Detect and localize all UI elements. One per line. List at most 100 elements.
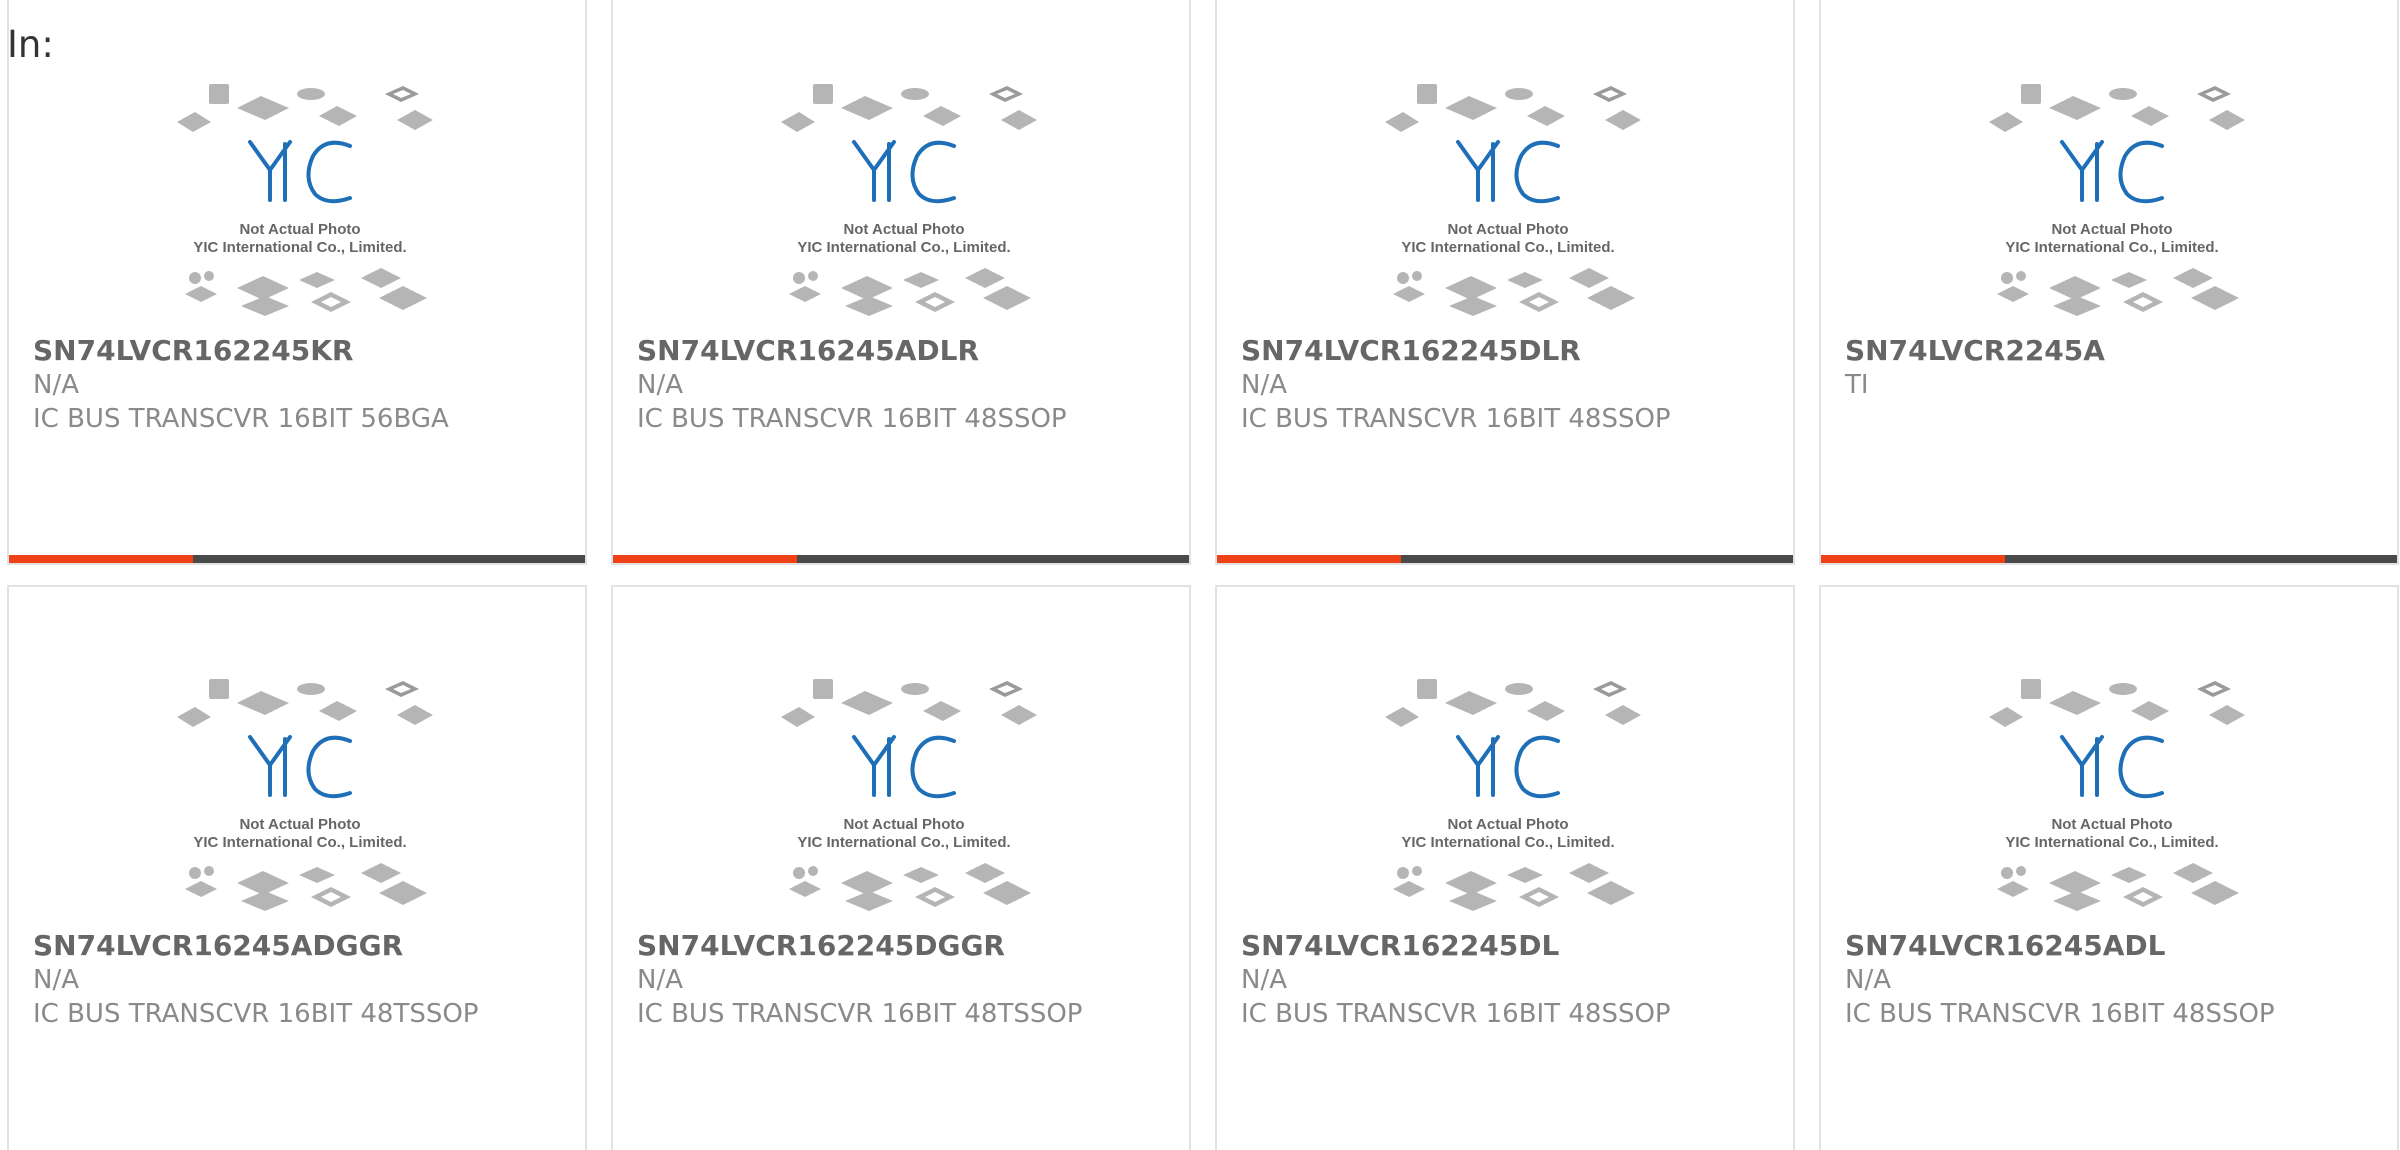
product-card[interactable]: Not Actual Photo YIC International Co., … bbox=[7, 0, 587, 565]
chip-cluster-top bbox=[781, 679, 1037, 727]
card-bottom-bar bbox=[613, 555, 1189, 563]
yic-placeholder-graphic: Not Actual Photo YIC International Co., … bbox=[1385, 679, 1641, 911]
product-info: SN74LVCR162245DGGR N/A IC BUS TRANSCVR 1… bbox=[637, 929, 1167, 1031]
product-manufacturer: N/A bbox=[1845, 965, 1891, 995]
product-placeholder-image[interactable]: Not Actual Photo YIC International Co., … bbox=[165, 679, 435, 919]
product-card[interactable]: Not Actual Photo YIC International Co., … bbox=[611, 585, 1191, 1150]
product-placeholder-image[interactable]: Not Actual Photo YIC International Co., … bbox=[1373, 679, 1643, 919]
card-bottom-bar-accent bbox=[9, 555, 194, 563]
card-bottom-bar bbox=[1821, 555, 2397, 563]
product-card[interactable]: Not Actual Photo YIC International Co., … bbox=[1215, 585, 1795, 1150]
card-bottom-bar-accent bbox=[1821, 555, 2006, 563]
chip-cluster-bottom bbox=[185, 863, 427, 911]
placeholder-caption-line2: YIC International Co., Limited. bbox=[2005, 239, 2218, 256]
product-manufacturer: N/A bbox=[33, 370, 79, 400]
product-placeholder-image[interactable]: Not Actual Photo YIC International Co., … bbox=[1373, 84, 1643, 324]
product-description: IC BUS TRANSCVR 16BIT 48SSOP bbox=[1241, 999, 1671, 1029]
card-bottom-bar-accent bbox=[613, 555, 798, 563]
placeholder-caption-line1: Not Actual Photo bbox=[1447, 221, 1568, 238]
placeholder-caption-line2: YIC International Co., Limited. bbox=[797, 239, 1010, 256]
chip-cluster-top bbox=[177, 679, 433, 727]
chip-cluster-top bbox=[1385, 679, 1641, 727]
product-part-number[interactable]: SN74LVCR16245ADGGR bbox=[33, 929, 563, 963]
product-card[interactable]: Not Actual Photo YIC International Co., … bbox=[611, 0, 1191, 565]
yic-placeholder-graphic: Not Actual Photo YIC International Co., … bbox=[781, 84, 1037, 316]
chip-cluster-bottom bbox=[1997, 863, 2239, 911]
product-placeholder-image[interactable]: Not Actual Photo YIC International Co., … bbox=[1977, 679, 2247, 919]
product-placeholder-image[interactable]: Not Actual Photo YIC International Co., … bbox=[769, 84, 1039, 324]
placeholder-caption-line1: Not Actual Photo bbox=[1447, 816, 1568, 833]
chip-cluster-bottom bbox=[789, 863, 1031, 911]
yic-placeholder-graphic: Not Actual Photo YIC International Co., … bbox=[1385, 84, 1641, 316]
placeholder-caption-line1: Not Actual Photo bbox=[239, 816, 360, 833]
product-card[interactable]: Not Actual Photo YIC International Co., … bbox=[1215, 0, 1795, 565]
product-manufacturer: N/A bbox=[1241, 370, 1287, 400]
yic-logo bbox=[2060, 140, 2164, 204]
product-grid: Not Actual Photo YIC International Co., … bbox=[7, 0, 2400, 1150]
in-label: In: bbox=[7, 23, 54, 66]
product-description: IC BUS TRANSCVR 16BIT 56BGA bbox=[33, 404, 449, 434]
yic-logo bbox=[1456, 735, 1560, 799]
placeholder-caption-line2: YIC International Co., Limited. bbox=[797, 834, 1010, 851]
chip-cluster-bottom bbox=[1393, 268, 1635, 316]
product-manufacturer: N/A bbox=[637, 965, 683, 995]
product-manufacturer: N/A bbox=[1241, 965, 1287, 995]
yic-placeholder-graphic: Not Actual Photo YIC International Co., … bbox=[177, 679, 433, 911]
yic-placeholder-graphic: Not Actual Photo YIC International Co., … bbox=[1989, 84, 2245, 316]
yic-logo bbox=[1456, 140, 1560, 204]
placeholder-caption-line2: YIC International Co., Limited. bbox=[193, 834, 406, 851]
yic-logo bbox=[248, 735, 352, 799]
placeholder-caption-line1: Not Actual Photo bbox=[2051, 816, 2172, 833]
product-description: IC BUS TRANSCVR 16BIT 48SSOP bbox=[1241, 404, 1671, 434]
product-card[interactable]: Not Actual Photo YIC International Co., … bbox=[1819, 0, 2399, 565]
product-manufacturer: TI bbox=[1845, 370, 1869, 400]
chip-cluster-bottom bbox=[1997, 268, 2239, 316]
product-description: IC BUS TRANSCVR 16BIT 48SSOP bbox=[637, 404, 1067, 434]
product-part-number[interactable]: SN74LVCR2245A bbox=[1845, 334, 2375, 368]
chip-cluster-bottom bbox=[185, 268, 427, 316]
product-info: SN74LVCR2245A TI bbox=[1845, 334, 2375, 402]
placeholder-caption-line2: YIC International Co., Limited. bbox=[1401, 834, 1614, 851]
yic-logo bbox=[248, 140, 352, 204]
product-part-number[interactable]: SN74LVCR162245DLR bbox=[1241, 334, 1771, 368]
placeholder-caption-line1: Not Actual Photo bbox=[239, 221, 360, 238]
product-part-number[interactable]: SN74LVCR162245DGGR bbox=[637, 929, 1167, 963]
product-info: SN74LVCR162245DL N/A IC BUS TRANSCVR 16B… bbox=[1241, 929, 1771, 1031]
chip-cluster-top bbox=[781, 84, 1037, 132]
product-part-number[interactable]: SN74LVCR16245ADL bbox=[1845, 929, 2375, 963]
card-bottom-bar-accent bbox=[1217, 555, 1402, 563]
chip-cluster-top bbox=[1989, 84, 2245, 132]
product-description: IC BUS TRANSCVR 16BIT 48TSSOP bbox=[33, 999, 479, 1029]
product-placeholder-image[interactable]: Not Actual Photo YIC International Co., … bbox=[1977, 84, 2247, 324]
yic-logo bbox=[852, 735, 956, 799]
product-info: SN74LVCR16245ADGGR N/A IC BUS TRANSCVR 1… bbox=[33, 929, 563, 1031]
card-bottom-bar bbox=[1217, 555, 1793, 563]
product-card[interactable]: Not Actual Photo YIC International Co., … bbox=[1819, 585, 2399, 1150]
yic-logo bbox=[852, 140, 956, 204]
chip-cluster-top bbox=[1989, 679, 2245, 727]
product-manufacturer: N/A bbox=[637, 370, 683, 400]
placeholder-caption-line2: YIC International Co., Limited. bbox=[193, 239, 406, 256]
chip-cluster-top bbox=[1385, 84, 1641, 132]
yic-placeholder-graphic: Not Actual Photo YIC International Co., … bbox=[1989, 679, 2245, 911]
product-part-number[interactable]: SN74LVCR162245DL bbox=[1241, 929, 1771, 963]
chip-cluster-bottom bbox=[789, 268, 1031, 316]
placeholder-caption-line2: YIC International Co., Limited. bbox=[1401, 239, 1614, 256]
product-part-number[interactable]: SN74LVCR162245KR bbox=[33, 334, 563, 368]
product-placeholder-image[interactable]: Not Actual Photo YIC International Co., … bbox=[769, 679, 1039, 919]
product-description: IC BUS TRANSCVR 16BIT 48TSSOP bbox=[637, 999, 1083, 1029]
placeholder-caption-line2: YIC International Co., Limited. bbox=[2005, 834, 2218, 851]
card-bottom-bar bbox=[9, 555, 585, 563]
product-placeholder-image[interactable]: Not Actual Photo YIC International Co., … bbox=[165, 84, 435, 324]
yic-logo bbox=[2060, 735, 2164, 799]
yic-placeholder-graphic: Not Actual Photo YIC International Co., … bbox=[177, 84, 433, 316]
product-card[interactable]: Not Actual Photo YIC International Co., … bbox=[7, 585, 587, 1150]
product-info: SN74LVCR162245DLR N/A IC BUS TRANSCVR 16… bbox=[1241, 334, 1771, 436]
product-manufacturer: N/A bbox=[33, 965, 79, 995]
placeholder-caption-line1: Not Actual Photo bbox=[843, 221, 964, 238]
product-listing-page: In: Not Actual Photo YIC International C… bbox=[0, 0, 2400, 1150]
product-description: IC BUS TRANSCVR 16BIT 48SSOP bbox=[1845, 999, 2275, 1029]
product-part-number[interactable]: SN74LVCR16245ADLR bbox=[637, 334, 1167, 368]
placeholder-caption-line1: Not Actual Photo bbox=[843, 816, 964, 833]
product-info: SN74LVCR16245ADLR N/A IC BUS TRANSCVR 16… bbox=[637, 334, 1167, 436]
